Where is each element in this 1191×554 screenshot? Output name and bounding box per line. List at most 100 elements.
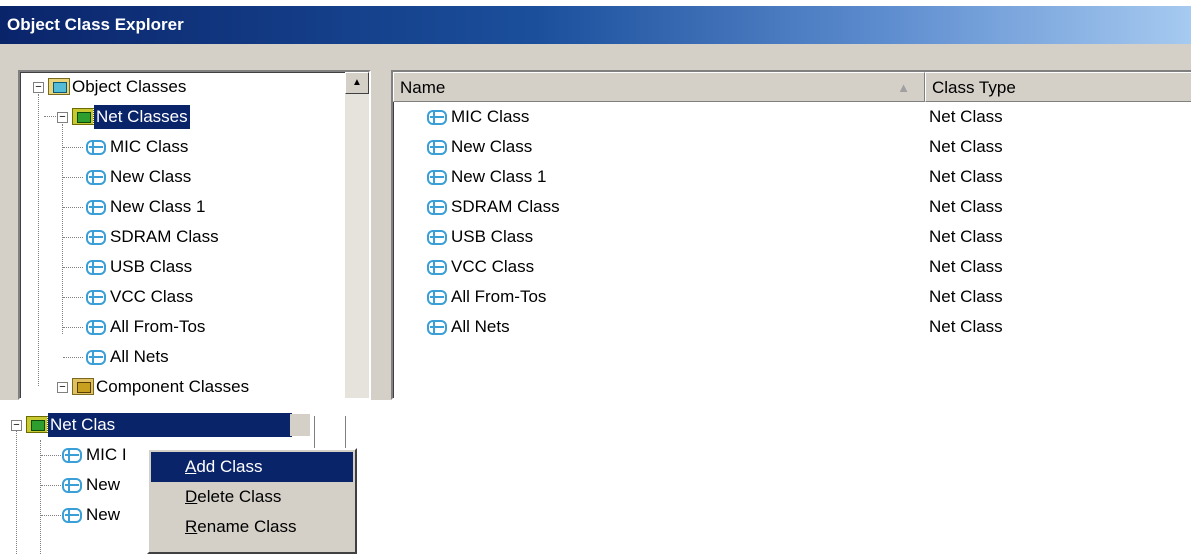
list-cell-name: All From-Tos [451, 287, 547, 306]
net-class-icon [427, 110, 447, 125]
list-cell-name: VCC Class [451, 257, 535, 276]
tree-item-label: All Nets [110, 347, 169, 366]
list-cell-name: USB Class [451, 227, 534, 246]
list-row[interactable]: SDRAM Class Net Class [393, 192, 1191, 222]
menu-item-label: elete Class [197, 487, 282, 506]
net-class-icon [86, 200, 106, 215]
tree-item-label: All From-Tos [110, 317, 206, 336]
tree-scrollbar[interactable]: ▲ [345, 72, 369, 398]
net-class-icon [86, 260, 106, 275]
class-list[interactable]: Name ▲ Class Type MIC Class Net Class New … [391, 70, 1191, 400]
menu-item-label: ename Class [197, 517, 297, 536]
column-header-label: Class Type [932, 78, 1016, 97]
tree-item-label: SDRAM Class [110, 227, 219, 246]
tree-connector [41, 515, 61, 516]
tree-item-label: Object Classes [72, 77, 187, 96]
list-row[interactable]: All From-Tos Net Class [393, 282, 1191, 312]
tree-connector [63, 327, 83, 328]
list-row[interactable]: New Class 1 Net Class [393, 162, 1191, 192]
menu-item-label: dd Class [196, 457, 263, 476]
tree-connector [63, 237, 83, 238]
list-row[interactable]: VCC Class Net Class [393, 252, 1191, 282]
net-class-icon [427, 170, 447, 185]
column-header-name[interactable]: Name ▲ [393, 72, 925, 102]
list-cell-name: MIC Class [451, 107, 530, 126]
tree-item-label: Net Clas [47, 412, 293, 438]
list-cell-name: SDRAM Class [451, 197, 560, 216]
tree-connector [63, 297, 83, 298]
list-cell-class-type: Net Class [929, 167, 1003, 186]
scroll-up-button[interactable]: ▲ [345, 72, 369, 94]
list-cell-class-type: Net Class [929, 257, 1003, 276]
list-cell-class-type: Net Class [929, 107, 1003, 126]
class-tree[interactable]: − Object Classes − Net Classes MIC Class… [18, 70, 371, 400]
net-classes-folder-icon [26, 416, 48, 433]
tree-connector [63, 267, 83, 268]
tree-item-label: New [86, 505, 121, 524]
tree-item-label: Net Classes [93, 104, 191, 130]
tree-connector [63, 207, 83, 208]
net-class-icon [427, 290, 447, 305]
list-row[interactable]: All Nets Net Class [393, 312, 1191, 342]
net-class-icon [427, 320, 447, 335]
collapse-icon[interactable]: − [33, 82, 44, 93]
menu-mnemonic: R [185, 517, 198, 536]
tree-item-label: MIC Class [110, 137, 189, 156]
list-cell-class-type: Net Class [929, 287, 1003, 306]
tree-connector [62, 124, 63, 334]
sort-ascending-icon: ▲ [897, 80, 910, 95]
net-class-icon [62, 478, 82, 493]
net-class-icon [86, 350, 106, 365]
tree-item-label: New Class [110, 167, 192, 186]
tree-connector [41, 485, 61, 486]
net-class-icon [427, 230, 447, 245]
collapse-icon[interactable]: − [11, 420, 22, 431]
list-row[interactable]: USB Class Net Class [393, 222, 1191, 252]
tree-item-label: USB Class [110, 257, 193, 276]
column-header-label: Name [400, 78, 446, 97]
context-menu: Add Class Delete Class Rename Class [147, 448, 357, 554]
list-row[interactable]: New Class Net Class [393, 132, 1191, 162]
list-row[interactable]: MIC Class Net Class [393, 102, 1191, 132]
menu-item-add-class[interactable]: Add Class [151, 452, 353, 482]
tree-item-label: MIC I [86, 445, 127, 464]
list-cell-class-type: Net Class [929, 197, 1003, 216]
menu-mnemonic: D [185, 487, 198, 506]
list-cell-name: All Nets [451, 317, 510, 336]
tree-scroll-fragment [290, 414, 310, 436]
menu-mnemonic: A [185, 457, 197, 476]
component-classes-folder-icon [72, 378, 94, 395]
column-header-class-type[interactable]: Class Type [925, 72, 1191, 102]
collapse-icon[interactable]: − [57, 112, 68, 123]
tree-item-label: VCC Class [110, 287, 194, 306]
tree-connector [63, 147, 83, 148]
net-class-icon [86, 320, 106, 335]
explorer-body: − Object Classes − Net Classes MIC Class… [0, 44, 1191, 400]
menu-item-delete-class[interactable]: Delete Class [151, 482, 353, 512]
tree-item-label: New Class 1 [110, 197, 206, 216]
tree-connector [40, 440, 41, 554]
menu-item-rename-class[interactable]: Rename Class [151, 512, 353, 542]
net-class-icon [86, 230, 106, 245]
window-title: Object Class Explorer [7, 15, 184, 34]
list-cell-class-type: Net Class [929, 137, 1003, 156]
tree-connector [16, 428, 17, 554]
net-class-icon [427, 260, 447, 275]
net-classes-folder-icon [72, 108, 94, 125]
image-folder-icon [48, 78, 70, 95]
list-cell-name: New Class [451, 137, 533, 156]
window-title-bar: Object Class Explorer [0, 6, 1191, 44]
net-class-icon [62, 448, 82, 463]
net-class-icon [86, 290, 106, 305]
net-class-icon [86, 140, 106, 155]
list-cell-name: New Class 1 [451, 167, 547, 186]
net-class-icon [62, 508, 82, 523]
tree-connector [38, 94, 39, 386]
net-class-icon [427, 140, 447, 155]
tree-connector [63, 357, 83, 358]
collapse-icon[interactable]: − [57, 382, 68, 393]
tree-connector [63, 177, 83, 178]
list-cell-class-type: Net Class [929, 227, 1003, 246]
net-class-icon [427, 200, 447, 215]
net-class-icon [86, 170, 106, 185]
